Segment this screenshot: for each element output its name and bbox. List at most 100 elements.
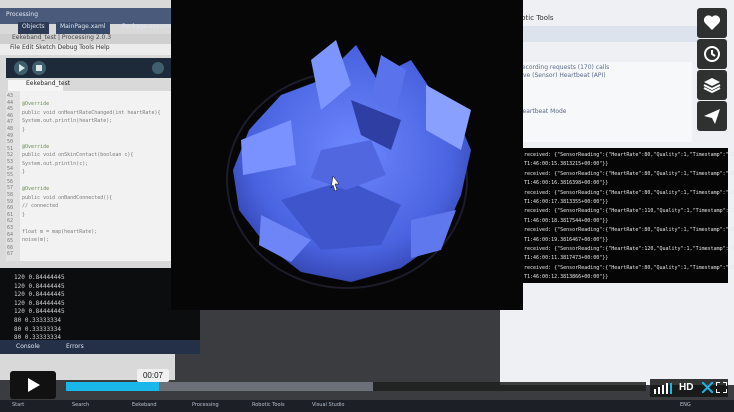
line-number: 58 (7, 192, 14, 198)
settings-icon[interactable] (702, 382, 713, 393)
list-item[interactable]: Heartbeat Mode (518, 108, 566, 115)
line-number: 47 (7, 119, 14, 126)
terminal-line: received: {"SensorReading":{"HeartRate":… (524, 189, 734, 196)
progress-bar[interactable] (66, 382, 646, 391)
terminal-line: T1:46:00:15.3813215+00:00"}} (524, 161, 609, 168)
line-number: 55 (7, 172, 14, 179)
line-number: 52 (7, 152, 14, 159)
line-number: 51 (7, 145, 14, 152)
progress-played (66, 382, 159, 391)
code-line: @Override (22, 143, 50, 150)
line-number: 59 (7, 198, 14, 205)
robotic-tools-toolbar[interactable] (508, 26, 698, 42)
taskbar-item[interactable]: Eekeband (132, 402, 157, 408)
line-number: 48 (7, 126, 14, 132)
terminal-line: received: {"SensorReading":{"HeartRate":… (524, 264, 734, 271)
terminal-line: T1:46:00:11.3817473+00:00"}} (524, 255, 609, 262)
line-number: 43 (7, 93, 14, 99)
line-number: 49 (7, 132, 14, 139)
robotic-tools-title: Robotic Tools (508, 14, 554, 22)
terminal-line: T1:46:00:12.3813866+00:00"}} (524, 274, 609, 281)
terminal-line: T1:46:00:16.3816398+00:00"}} (524, 180, 609, 187)
code-line: @Override (22, 186, 50, 192)
code-editor[interactable]: 43 44 45 46 47 48 49 50 51 52 53 54 55 56 57 58 59 60 61 62… (6, 91, 171, 261)
code-line: System.out.println(c); (22, 160, 89, 167)
code-line: @Override (22, 101, 50, 107)
send-icon (704, 109, 720, 124)
code-line: } (22, 126, 26, 133)
code-line: float m = map(heartRate); (22, 228, 98, 235)
heartbeat-visualization (226, 40, 471, 289)
ide-tab-processing[interactable]: Processing (2, 10, 42, 22)
terminal-line: received: {"SensorReading":{"HeartRate":… (524, 208, 734, 215)
ide-window-title: Eekeband_test | Processing 2.0.3 (0, 34, 175, 44)
line-number: 65 (7, 238, 14, 245)
code-line: } (22, 169, 26, 175)
clock-icon (704, 46, 720, 62)
taskbar-item[interactable]: Visual Studio (312, 402, 344, 408)
stop-icon (36, 65, 42, 71)
terminal-line: received: {"SensorReading":{"HeartRate":… (524, 170, 734, 177)
line-number: 63 (7, 225, 14, 231)
ide-menu-bar[interactable]: File Edit Sketch Debug Tools Help (0, 44, 175, 55)
console-line: 120 0.84444445 (14, 282, 65, 290)
robotic-tools-list: Recording requests (170) calls Live (Sen… (512, 62, 692, 142)
play-button[interactable] (10, 371, 56, 399)
console-tab-bar: Console Errors (0, 340, 200, 354)
code-line: } (22, 211, 26, 218)
watch-later-button[interactable] (697, 39, 727, 69)
console-line: 120 0.84444445 (14, 299, 65, 307)
collections-button[interactable] (697, 70, 727, 100)
code-line: public void onSkinContact(boolean c){ (22, 152, 134, 158)
code-line: public void onBandConnected(){ (22, 194, 113, 201)
line-number: 50 (7, 139, 14, 146)
ide-tab-objects[interactable]: Objects (18, 22, 49, 34)
player-controls: HD (650, 379, 728, 397)
share-button[interactable] (697, 101, 727, 131)
console-line: 80 0.33333334 (14, 325, 61, 333)
debug-button[interactable] (152, 62, 164, 74)
line-number: 53 (7, 159, 14, 165)
stop-button[interactable] (32, 61, 46, 75)
terminal-line: received: {"SensorReading":{"HeartRate":… (524, 227, 734, 234)
console-output: 120 0.84444445 120 0.84444445 120 0.844444… (0, 268, 200, 348)
taskbar-item[interactable]: Start (12, 402, 24, 408)
terminal-line: received: {"SensorReading":{"HeartRate":… (524, 152, 734, 158)
line-number: 66 (7, 244, 14, 251)
line-number: 54 (7, 165, 14, 172)
line-number: 45 (7, 106, 14, 113)
line-number: 44 (7, 99, 14, 106)
layers-icon (703, 78, 721, 94)
terminal-line: received: {"SensorReading":{"HeartRate":… (524, 246, 734, 252)
console-tab[interactable]: Console (16, 343, 40, 350)
run-button[interactable] (14, 61, 28, 75)
taskbar-item[interactable]: Robotic Tools (252, 402, 285, 408)
terminal-line: T1:46:00:17.3813355+00:00"}} (524, 199, 609, 205)
taskbar-item[interactable]: Search (72, 402, 89, 408)
code-line: public void onHeartRateChanged(int heart… (22, 109, 161, 116)
sketch-file-tab[interactable]: Eekeband_test (8, 80, 70, 91)
code-line: System.out.println(heartRate); (22, 118, 113, 124)
play-icon (28, 378, 40, 392)
line-number: 62 (7, 218, 14, 225)
code-line: // connected (22, 203, 59, 209)
hd-toggle[interactable]: HD (679, 382, 693, 393)
line-number: 64 (7, 231, 14, 238)
errors-tab[interactable]: Errors (66, 343, 84, 350)
fullscreen-icon[interactable] (716, 382, 727, 393)
sketch-window (171, 0, 523, 310)
ide-tab-mainpage[interactable]: MainPage.xaml (56, 22, 110, 34)
list-item[interactable]: Recording requests (170) calls (518, 64, 609, 71)
line-number-gutter: 43 44 45 46 47 48 49 50 51 52 53 54 55 56 57 58 59 60 61 62… (6, 91, 20, 261)
volume-icon[interactable] (654, 383, 676, 394)
line-number: 61 (7, 211, 14, 218)
console-line: 120 0.84444445 (14, 308, 65, 316)
taskbar-language[interactable]: ENG (680, 402, 691, 408)
taskbar-item[interactable]: Processing (192, 402, 219, 408)
line-number: 57 (7, 185, 14, 192)
list-item[interactable]: Live (Sensor) Heartbeat (API) (518, 72, 606, 79)
terminal-line: T1:46:00:19.3816467+00:00"}} (524, 236, 609, 243)
like-button[interactable] (697, 8, 727, 38)
play-icon (19, 64, 25, 72)
ide-toolbar (6, 58, 171, 78)
